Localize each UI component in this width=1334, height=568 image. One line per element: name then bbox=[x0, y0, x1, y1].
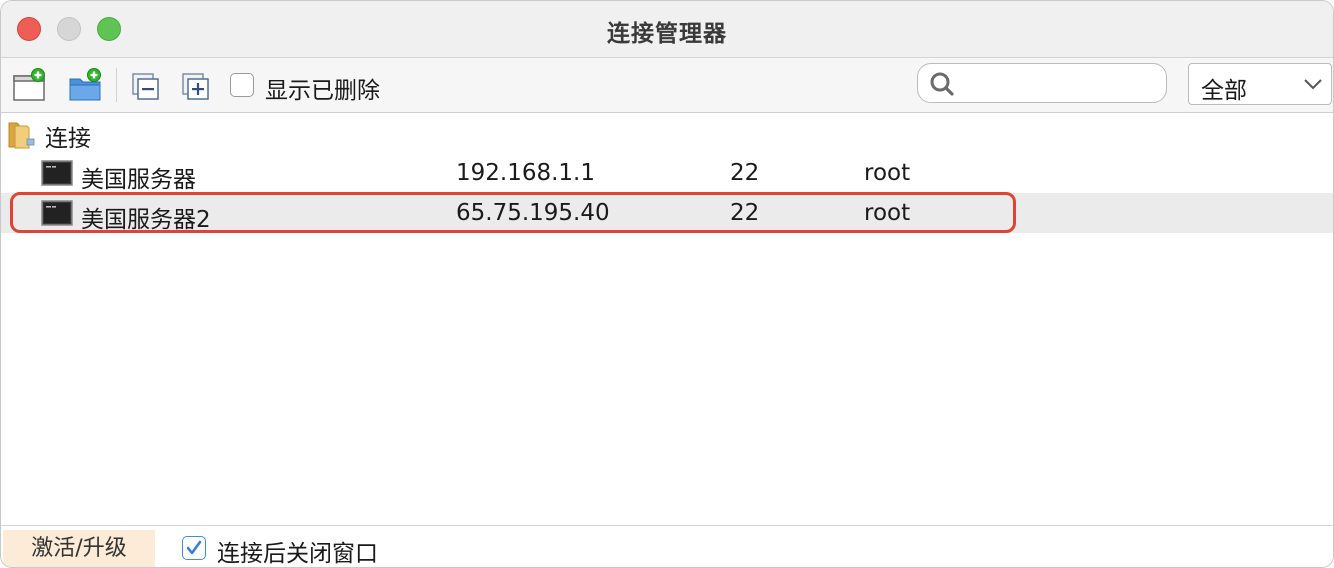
filter-select[interactable]: 全部 bbox=[1188, 63, 1332, 105]
tree-folder-connections[interactable]: 连接 bbox=[1, 113, 1333, 153]
connection-manager-window: 连接管理器 显示已删除 全部 连接 美国服务器 192.168.1.1 22 r… bbox=[0, 0, 1334, 568]
connection-row-selected[interactable]: 美国服务器2 65.75.195.40 22 root bbox=[1, 193, 1333, 233]
chevron-down-icon bbox=[1303, 76, 1323, 92]
show-deleted-checkbox[interactable] bbox=[230, 73, 254, 97]
close-after-connect-checkbox[interactable] bbox=[182, 536, 206, 560]
window-title: 连接管理器 bbox=[607, 21, 727, 47]
activate-upgrade-button[interactable]: 激活/升级 bbox=[3, 530, 155, 567]
connection-host: 192.168.1.1 bbox=[456, 160, 595, 186]
new-folder-icon[interactable] bbox=[69, 68, 103, 102]
tree-folder-label: 连接 bbox=[45, 126, 91, 152]
expand-all-icon[interactable] bbox=[181, 68, 215, 102]
connection-name: 美国服务器2 bbox=[81, 207, 211, 233]
checkmark-icon bbox=[184, 538, 204, 558]
terminal-icon bbox=[41, 160, 73, 186]
toolbar: 显示已删除 全部 bbox=[1, 58, 1333, 113]
connection-row[interactable]: 美国服务器 192.168.1.1 22 root bbox=[1, 153, 1333, 193]
toolbar-separator bbox=[116, 68, 117, 102]
connection-user: root bbox=[864, 160, 911, 186]
connection-port: 22 bbox=[730, 160, 760, 186]
connection-port: 22 bbox=[730, 200, 760, 226]
new-connection-icon[interactable] bbox=[13, 68, 47, 102]
title-bar: 连接管理器 bbox=[1, 1, 1333, 58]
connection-tree: 连接 美国服务器 192.168.1.1 22 root 美国服务器2 65.7… bbox=[1, 113, 1333, 525]
connection-name: 美国服务器 bbox=[81, 167, 196, 193]
connection-user: root bbox=[864, 200, 911, 226]
search-box[interactable] bbox=[917, 63, 1167, 103]
search-icon bbox=[928, 71, 958, 97]
show-deleted-label: 显示已删除 bbox=[265, 78, 380, 104]
collapse-all-icon[interactable] bbox=[131, 68, 165, 102]
connection-host: 65.75.195.40 bbox=[456, 200, 610, 226]
folder-icon bbox=[7, 119, 37, 149]
search-input[interactable] bbox=[964, 68, 1158, 100]
filter-select-value: 全部 bbox=[1201, 78, 1247, 104]
close-after-connect-label: 连接后关闭窗口 bbox=[217, 541, 378, 567]
terminal-icon bbox=[41, 200, 73, 226]
status-bar: 激活/升级 连接后关闭窗口 bbox=[1, 525, 1333, 567]
